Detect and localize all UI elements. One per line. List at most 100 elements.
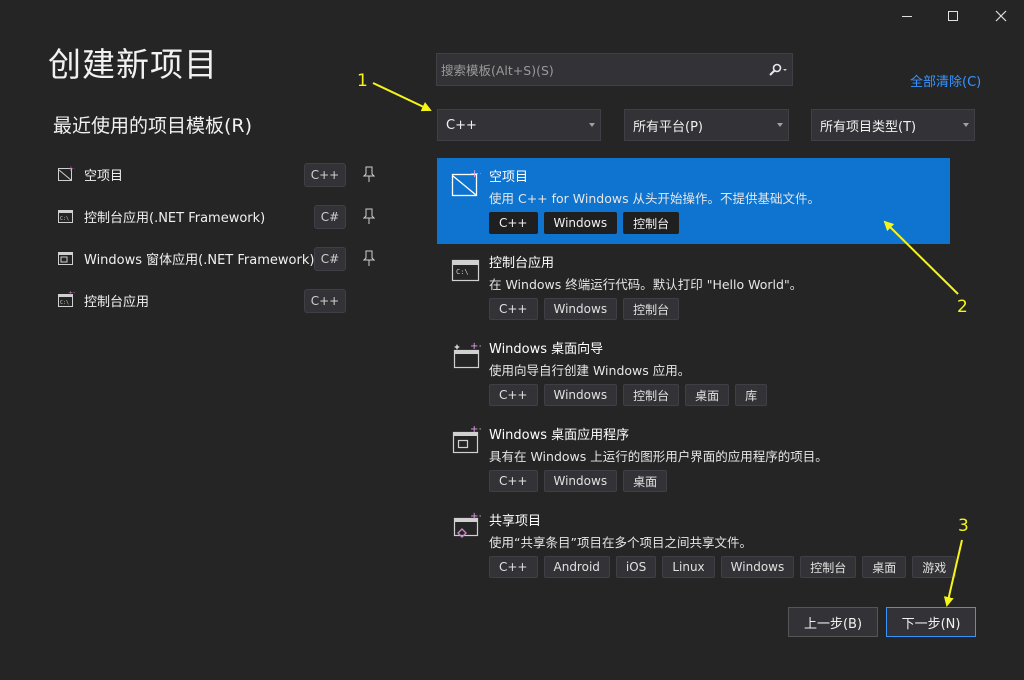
pin-icon[interactable]: [363, 207, 375, 225]
tag: 游戏: [912, 556, 957, 578]
project-type-filter-value: 所有项目类型(T): [820, 119, 917, 135]
console-app-icon: C:\ ++: [56, 290, 76, 310]
tag: 桌面: [685, 384, 730, 406]
tag: 控制台: [623, 298, 680, 320]
svg-text:++: ++: [470, 341, 481, 352]
template-desktop-app[interactable]: ++ Windows 桌面应用程序 具有在 Windows 上运行的图形用户界面…: [437, 416, 950, 502]
empty-project-icon: ++: [451, 168, 481, 197]
tag: Windows: [543, 470, 618, 492]
search-button[interactable]: [764, 60, 792, 80]
tag: 桌面: [862, 556, 907, 578]
minimize-button[interactable]: [884, 2, 930, 30]
svg-text:C:\: C:\: [60, 216, 69, 222]
tag: C++: [489, 384, 538, 406]
template-console-app[interactable]: C:\ 控制台应用 在 Windows 终端运行代码。默认打印 "Hello W…: [437, 244, 950, 330]
project-type-filter-dropdown[interactable]: 所有项目类型(T): [811, 109, 975, 141]
tag: 库: [735, 384, 768, 406]
tag: Windows: [720, 556, 795, 578]
template-desktop-wizard[interactable]: ++ Windows 桌面向导 使用向导自行创建 Windows 应用。 C++…: [437, 330, 950, 416]
template-description: 使用向导自行创建 Windows 应用。: [489, 363, 691, 378]
svg-text:++: ++: [470, 426, 481, 435]
close-icon: [995, 10, 1007, 22]
console-app-icon: C:\: [451, 259, 480, 282]
tag: 控制台: [800, 556, 857, 578]
svg-text:C:\: C:\: [60, 300, 69, 306]
language-badge: C#: [314, 247, 346, 271]
pin-icon[interactable]: [363, 165, 375, 183]
tag: Android: [543, 556, 610, 578]
template-tags: C++ Windows 控制台: [489, 212, 680, 234]
recent-item-empty-project[interactable]: ++ 空项目 C++: [52, 160, 387, 188]
language-filter-value: C++: [446, 117, 477, 133]
annotation-number-2: 2: [957, 297, 968, 317]
back-button[interactable]: 上一步(B): [788, 607, 878, 637]
recent-item-windows-forms[interactable]: Windows 窗体应用(.NET Framework) C#: [52, 244, 387, 272]
tag: iOS: [615, 556, 657, 578]
recent-item-console-cpp[interactable]: C:\ ++ 控制台应用 C++: [52, 286, 387, 314]
empty-project-icon: ++: [56, 164, 76, 184]
tag: C++: [489, 470, 538, 492]
minimize-icon: [902, 16, 912, 17]
template-title: 共享项目: [489, 514, 542, 529]
chevron-down-icon: [777, 123, 783, 127]
template-description: 使用 C++ for Windows 从头开始操作。不提供基础文件。: [489, 191, 821, 206]
svg-text:++: ++: [470, 168, 481, 180]
template-description: 具有在 Windows 上运行的图形用户界面的应用程序的项目。: [489, 449, 828, 464]
platform-filter-dropdown[interactable]: 所有平台(P): [624, 109, 789, 141]
language-badge: C#: [314, 205, 346, 229]
search-input[interactable]: [437, 54, 758, 87]
annotation-arrow-1: [372, 82, 432, 112]
platform-filter-value: 所有平台(P): [633, 119, 703, 135]
chevron-down-icon: [589, 123, 595, 127]
tag: C++: [489, 212, 538, 234]
template-empty-project[interactable]: ++ 空项目 使用 C++ for Windows 从头开始操作。不提供基础文件…: [437, 158, 950, 244]
recent-item-label: Windows 窗体应用(.NET Framework): [84, 252, 315, 268]
recent-item-label: 控制台应用(.NET Framework): [84, 210, 266, 226]
tag: C++: [489, 556, 538, 578]
svg-text:C:\: C:\: [456, 268, 469, 276]
desktop-wizard-icon: ++: [453, 341, 481, 369]
template-tags: C++ Android iOS Linux Windows 控制台 桌面 游戏: [489, 556, 957, 578]
tag: Windows: [543, 384, 618, 406]
page-title: 创建新项目: [48, 45, 218, 84]
template-tags: C++ Windows 控制台: [489, 298, 680, 320]
template-title: Windows 桌面应用程序: [489, 428, 630, 443]
svg-text:++: ++: [68, 165, 75, 173]
chevron-down-icon: [963, 123, 969, 127]
next-button[interactable]: 下一步(N): [886, 607, 976, 637]
tag: C++: [489, 298, 538, 320]
tag: Linux: [662, 556, 715, 578]
template-description: 在 Windows 终端运行代码。默认打印 "Hello World"。: [489, 277, 803, 292]
windows-forms-icon: [56, 248, 76, 268]
language-filter-dropdown[interactable]: C++: [437, 109, 601, 141]
shared-project-icon: ++: [453, 512, 481, 538]
recent-templates-heading: 最近使用的项目模板(R): [53, 115, 253, 137]
recent-item-console-net[interactable]: C:\ 控制台应用(.NET Framework) C#: [52, 202, 387, 230]
console-app-icon: C:\: [56, 206, 76, 226]
recent-item-label: 空项目: [84, 168, 124, 184]
search-box[interactable]: [436, 53, 793, 87]
tag: 桌面: [623, 470, 668, 492]
tag: 控制台: [623, 384, 680, 406]
pin-icon[interactable]: [363, 249, 375, 267]
annotation-number-1: 1: [357, 71, 368, 91]
close-button[interactable]: [978, 2, 1024, 30]
template-tags: C++ Windows 桌面: [489, 470, 668, 492]
tag: Windows: [543, 212, 618, 234]
clear-all-link[interactable]: 全部清除(C): [910, 71, 981, 90]
tag: Windows: [543, 298, 618, 320]
recent-item-label: 控制台应用: [84, 294, 150, 310]
template-shared-project[interactable]: ++ 共享项目 使用“共享条目”项目在多个项目之间共享文件。 C++ Andro…: [437, 502, 957, 588]
language-badge: C++: [304, 163, 346, 187]
template-tags: C++ Windows 控制台 桌面 库: [489, 384, 768, 406]
svg-text:++: ++: [470, 512, 481, 522]
annotation-number-3: 3: [958, 516, 969, 536]
svg-text:++: ++: [68, 291, 75, 297]
tag: 控制台: [623, 212, 680, 234]
desktop-app-icon: ++: [452, 426, 481, 454]
template-title: Windows 桌面向导: [489, 342, 604, 357]
maximize-button[interactable]: [930, 2, 976, 30]
search-icon: [769, 63, 787, 76]
template-description: 使用“共享条目”项目在多个项目之间共享文件。: [489, 535, 752, 550]
maximize-icon: [948, 11, 958, 21]
